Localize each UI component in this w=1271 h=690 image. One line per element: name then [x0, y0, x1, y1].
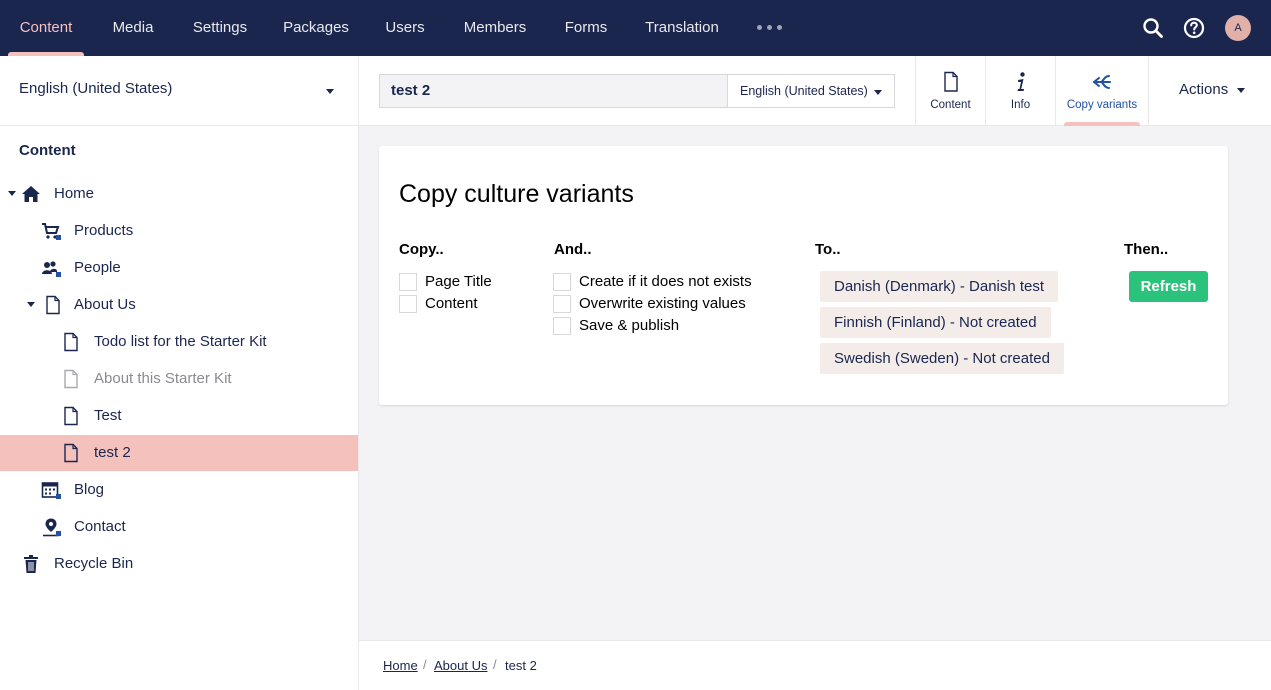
tree-item-label: Test [94, 407, 122, 424]
chevron-down-icon [1237, 88, 1245, 93]
tree-item-people[interactable]: People [0, 250, 358, 286]
nav-members[interactable]: Members [455, 0, 535, 56]
tree-item-about-starter-kit[interactable]: About this Starter Kit [0, 361, 358, 397]
tree-item-test-2[interactable]: test 2 [0, 435, 358, 471]
breadcrumb-about-us[interactable]: About Us [434, 658, 487, 673]
breadcrumb-separator: / [493, 657, 497, 672]
refresh-button[interactable]: Refresh [1129, 271, 1208, 302]
branch-arrow-icon [1093, 75, 1111, 89]
node-name-input[interactable]: test 2 [379, 74, 728, 108]
tree-item-label: test 2 [94, 444, 131, 461]
nav-translation[interactable]: Translation [637, 0, 727, 56]
breadcrumb-separator: / [423, 657, 427, 672]
tab-content[interactable]: Content [915, 56, 985, 126]
tab-info[interactable]: Info [985, 56, 1055, 126]
copy-variants-panel: Copy culture variants Copy.. Page Title … [379, 146, 1228, 405]
tree-item-recycle-bin[interactable]: Recycle Bin [0, 546, 358, 582]
people-icon [42, 261, 61, 277]
tree-item-test[interactable]: Test [0, 398, 358, 434]
document-icon [64, 369, 78, 389]
chevron-down-icon [326, 89, 334, 94]
calendar-icon [41, 482, 61, 499]
document-icon [64, 332, 78, 352]
to-heading: To.. [815, 241, 841, 258]
info-icon [1017, 72, 1025, 91]
tree-item-contact[interactable]: Contact [0, 509, 358, 545]
copy-heading: Copy.. [399, 241, 444, 258]
trash-icon [24, 555, 38, 573]
chevron-down-icon [874, 90, 882, 95]
panel-title: Copy culture variants [399, 180, 634, 208]
and-heading: And.. [554, 241, 592, 258]
search-icon[interactable] [1141, 16, 1165, 40]
tab-label: Content [930, 99, 971, 111]
tree-item-todo-list[interactable]: Todo list for the Starter Kit [0, 324, 358, 360]
expand-caret-icon[interactable] [27, 302, 35, 307]
user-avatar[interactable]: A [1225, 15, 1251, 41]
tree-item-label: People [74, 259, 121, 276]
tree-item-label: Products [74, 222, 134, 239]
tab-label: Info [1010, 99, 1031, 111]
tree-item-label: Recycle Bin [54, 555, 134, 572]
checkbox-label: Create if it does not exists [579, 273, 752, 290]
breadcrumb-home[interactable]: Home [383, 658, 418, 673]
nav-forms[interactable]: Forms [557, 0, 615, 56]
expand-caret-icon[interactable] [8, 191, 16, 196]
nav-settings[interactable]: Settings [184, 0, 256, 56]
document-icon [64, 406, 78, 426]
breadcrumb: Home / About Us / test 2 [359, 640, 1271, 690]
nav-packages[interactable]: Packages [276, 0, 356, 56]
help-icon[interactable] [1182, 16, 1206, 40]
checkbox-label: Overwrite existing values [579, 295, 746, 312]
tree-item-blog[interactable]: Blog [0, 472, 358, 508]
document-icon [46, 295, 60, 315]
document-icon [944, 71, 958, 92]
document-icon [64, 443, 78, 463]
tab-label: Copy variants [1066, 99, 1138, 111]
shopping-cart-icon [42, 223, 61, 240]
checkbox[interactable] [553, 317, 571, 335]
tree-item-label: About Us [74, 296, 136, 313]
variant-language-dropdown[interactable]: English (United States) [727, 74, 895, 108]
tree-item-label: About this Starter Kit [94, 370, 232, 387]
tree-item-label: Contact [74, 518, 126, 535]
breadcrumb-current: test 2 [505, 658, 537, 673]
checkbox[interactable] [399, 295, 417, 313]
checkbox[interactable] [399, 273, 417, 291]
nav-content[interactable]: Content [8, 0, 84, 56]
tree-item-products[interactable]: Products [0, 213, 358, 249]
variant-language-label: English (United States) [740, 84, 868, 98]
checkbox[interactable] [553, 295, 571, 313]
map-pin-icon [43, 518, 61, 537]
nav-media[interactable]: Media [103, 0, 163, 56]
tree-item-label: Home [54, 185, 95, 202]
tree-item-about-us[interactable]: About Us [0, 287, 358, 323]
actions-menu-button[interactable]: Actions [1148, 56, 1271, 126]
content-tree-sidebar: English (United States) Content Home Pro… [0, 56, 359, 690]
actions-label: Actions [1179, 81, 1229, 98]
tree-title: Content [19, 142, 76, 159]
checkbox[interactable] [553, 273, 571, 291]
tab-copy-variants[interactable]: Copy variants [1055, 56, 1148, 126]
more-sections-icon[interactable] [757, 25, 782, 30]
culture-danish[interactable]: Danish (Denmark) - Danish test [820, 271, 1059, 302]
tree-item-label: Todo list for the Starter Kit [94, 333, 267, 350]
culture-finnish[interactable]: Finnish (Finland) - Not created [820, 307, 1051, 338]
sidebar-language-select[interactable]: English (United States) [0, 56, 358, 126]
home-icon [22, 186, 40, 202]
editor-header: test 2 English (United States) Content I… [359, 56, 1271, 126]
top-navigation: Content Media Settings Packages Users Me… [0, 0, 1271, 56]
tree-item-label: Blog [74, 481, 105, 498]
checkbox-label: Page Title [425, 273, 492, 290]
culture-swedish[interactable]: Swedish (Sweden) - Not created [820, 343, 1064, 374]
tree-item-home[interactable]: Home [0, 176, 358, 212]
sidebar-language-label: English (United States) [19, 80, 173, 97]
nav-users[interactable]: Users [378, 0, 432, 56]
checkbox-label: Save & publish [579, 317, 680, 334]
checkbox-label: Content [425, 295, 478, 312]
then-heading: Then.. [1124, 241, 1169, 258]
